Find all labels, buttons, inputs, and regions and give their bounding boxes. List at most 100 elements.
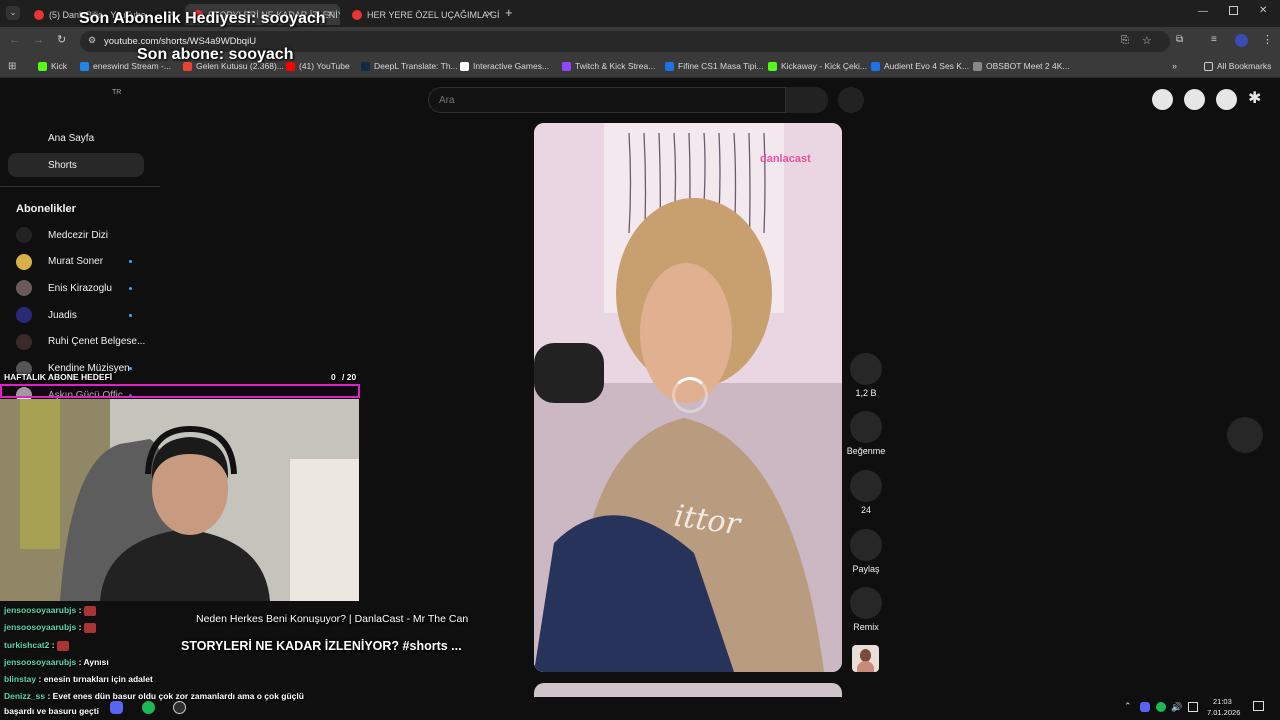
bookmark-favicon-icon bbox=[80, 61, 89, 71]
short-video-player[interactable]: danlacast ittor bbox=[534, 123, 842, 672]
bookmark-item[interactable]: Kickaway - Kick Çeki... bbox=[768, 61, 867, 71]
voice-search-button[interactable] bbox=[838, 87, 864, 113]
close-tab-icon[interactable]: ✕ bbox=[326, 9, 334, 20]
dislike-label: Beğenme bbox=[846, 446, 886, 456]
subscription-item[interactable]: Ruhi Çenet Belgese... bbox=[16, 333, 145, 351]
chat-username: jensoosoyaarubjs bbox=[4, 657, 77, 667]
chat-separator: : bbox=[45, 691, 53, 701]
discord-icon[interactable] bbox=[110, 701, 123, 714]
apps-grid-icon[interactable]: ⊞ bbox=[8, 61, 16, 72]
new-content-dot bbox=[129, 367, 132, 370]
search-box[interactable] bbox=[428, 87, 786, 113]
tab-search-button[interactable]: ⌄ bbox=[6, 6, 20, 20]
new-content-dot bbox=[129, 313, 132, 317]
taskbar-date[interactable]: 7.01.2026 bbox=[1207, 708, 1240, 717]
share-button[interactable] bbox=[850, 529, 882, 561]
bookmark-item[interactable]: Interactive Games... bbox=[460, 61, 549, 71]
taskbar-time[interactable]: 21:03 bbox=[1213, 697, 1232, 706]
subscription-item[interactable]: Murat Soner bbox=[16, 253, 132, 271]
chat-username: jensoosoyaarubjs bbox=[4, 622, 77, 632]
bookmark-label: (41) YouTube bbox=[299, 61, 350, 71]
bookmark-label: Kickaway - Kick Çeki... bbox=[781, 61, 867, 71]
profile-avatar[interactable] bbox=[1235, 34, 1248, 47]
search-input[interactable] bbox=[439, 93, 769, 107]
chat-username: jensoosoyaarubjs bbox=[4, 605, 77, 615]
subscription-item[interactable]: Juadis bbox=[16, 306, 132, 324]
forward-icon[interactable]: → bbox=[33, 34, 44, 46]
bookmark-item[interactable]: OBSBOT Meet 2 4K... bbox=[973, 61, 1069, 71]
chat-separator: : bbox=[49, 640, 57, 650]
all-bookmarks-folder[interactable]: All Bookmarks bbox=[1204, 61, 1271, 71]
tray-spotify-icon[interactable] bbox=[1156, 702, 1166, 712]
bookmark-label: DeepL Translate: Th... bbox=[374, 61, 458, 71]
obs-icon[interactable] bbox=[173, 701, 186, 714]
last-gift-overlay: Son Abonelik Hediyesi: sooyach bbox=[79, 10, 326, 27]
settings-gear-icon[interactable]: ✱ bbox=[1248, 88, 1261, 108]
more-bookmarks-icon[interactable]: » bbox=[1172, 61, 1177, 71]
chat-separator: : bbox=[76, 622, 84, 632]
create-icon[interactable] bbox=[1152, 89, 1173, 110]
comments-button[interactable] bbox=[850, 470, 882, 502]
tab-title: HER YERE ÖZEL UÇAĞIMLA GİDİYORUM bbox=[367, 9, 499, 20]
tray-volume-icon[interactable]: 🔊 bbox=[1171, 702, 1182, 712]
bookmark-item[interactable]: Twitch & Kick Strea... bbox=[562, 61, 655, 71]
comment-count: 24 bbox=[860, 505, 871, 515]
extensions-icon[interactable]: ⧉ bbox=[1176, 34, 1183, 45]
webcam-feed bbox=[0, 399, 359, 601]
notifications-icon[interactable] bbox=[1184, 89, 1205, 110]
sidebar-divider bbox=[0, 186, 160, 187]
chat-text: Aynısı bbox=[83, 657, 109, 667]
site-info-icon[interactable]: ⚙ bbox=[88, 35, 96, 46]
subscription-item[interactable]: Enis Kirazoglu bbox=[16, 279, 132, 297]
bookmark-label: Audient Evo 4 Ses K... bbox=[884, 61, 970, 71]
spotify-icon[interactable] bbox=[142, 701, 155, 714]
close-window-icon[interactable]: ✕ bbox=[1259, 5, 1267, 16]
chat-username: turkishcat2 bbox=[4, 640, 50, 650]
sidebar-item-shorts[interactable]: Shorts bbox=[8, 153, 144, 177]
bookmark-star-icon[interactable]: ☆ bbox=[1142, 34, 1152, 47]
subscription-name: Enis Kirazoglu bbox=[48, 282, 112, 294]
next-short-preview[interactable] bbox=[534, 683, 842, 697]
sound-thumbnail[interactable] bbox=[852, 645, 879, 672]
bookmark-favicon-icon bbox=[973, 61, 982, 71]
like-count: 1,2 B bbox=[855, 388, 877, 398]
search-button[interactable] bbox=[786, 87, 828, 113]
tray-chevron-icon[interactable]: ⌃ bbox=[1124, 701, 1132, 712]
last-sub-overlay: Son abone: sooyach bbox=[137, 46, 294, 63]
subscription-item[interactable]: Medcezir Dizi bbox=[16, 226, 108, 244]
chat-separator: : bbox=[76, 605, 84, 615]
bookmark-item[interactable]: (41) YouTube bbox=[286, 61, 350, 71]
next-video-button[interactable] bbox=[1227, 417, 1263, 453]
close-tab-icon[interactable]: ✕ bbox=[485, 9, 493, 20]
chat-username: Denizz_ss bbox=[4, 691, 46, 701]
channel-avatar bbox=[16, 307, 32, 324]
bookmark-item[interactable]: Kick bbox=[38, 61, 67, 71]
restore-icon[interactable] bbox=[1229, 6, 1238, 15]
sidebar-item-home[interactable]: Ana Sayfa bbox=[8, 126, 144, 150]
notification-center-icon[interactable] bbox=[1253, 701, 1264, 711]
like-button[interactable] bbox=[850, 353, 882, 385]
tray-discord-icon[interactable] bbox=[1140, 702, 1150, 712]
bookmark-item[interactable]: Audient Evo 4 Ses K... bbox=[871, 61, 969, 71]
account-icon[interactable] bbox=[1216, 89, 1237, 110]
chat-username: blinstay bbox=[4, 674, 37, 684]
reload-icon[interactable]: ↻ bbox=[57, 33, 66, 46]
back-icon[interactable]: ← bbox=[9, 34, 20, 46]
bookmark-favicon-icon bbox=[460, 61, 469, 71]
chat-message: turkishcat2 : bbox=[4, 640, 69, 651]
weekly-goal-target: / 20 bbox=[342, 372, 357, 382]
taskbar-app-icons bbox=[60, 700, 200, 716]
browser-menu-icon[interactable]: ⋮ bbox=[1262, 33, 1273, 46]
browser-tab[interactable]: HER YERE ÖZEL UÇAĞIMLA GİDİYORUM ✕ bbox=[344, 4, 499, 25]
channel-avatar bbox=[16, 333, 32, 350]
install-app-icon[interactable]: ⎘ bbox=[1121, 35, 1129, 46]
bookmark-item[interactable]: Fifine CS1 Masa Tipi... bbox=[665, 61, 764, 71]
tray-network-icon[interactable] bbox=[1188, 702, 1198, 712]
new-tab-button[interactable]: + bbox=[505, 5, 513, 20]
bookmark-item[interactable]: DeepL Translate: Th... bbox=[361, 61, 458, 71]
dislike-button[interactable] bbox=[850, 411, 882, 443]
remix-button[interactable] bbox=[850, 587, 882, 619]
minimize-icon[interactable]: — bbox=[1198, 6, 1208, 17]
media-controls-icon[interactable]: ≡ bbox=[1211, 34, 1217, 45]
loading-spinner-icon bbox=[672, 377, 708, 413]
